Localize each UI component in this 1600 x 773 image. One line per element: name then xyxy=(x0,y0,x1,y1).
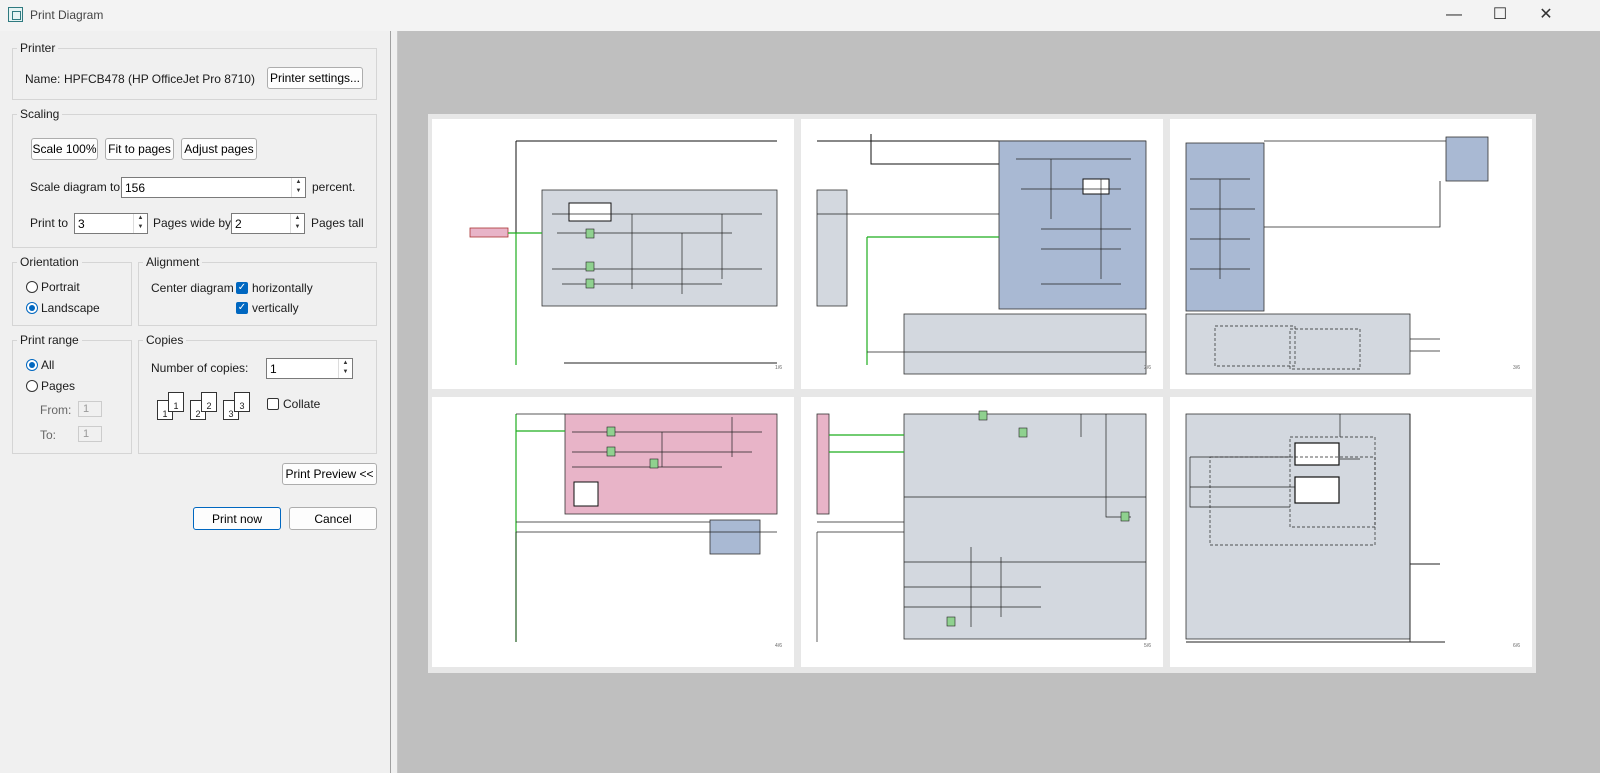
printer-name-label: Name: xyxy=(25,72,61,86)
pages-wide-input[interactable] xyxy=(78,216,136,231)
spin-down-icon[interactable]: ▼ xyxy=(292,187,305,196)
vertically-checkbox[interactable]: ✓ xyxy=(236,302,248,314)
scale-100-button[interactable]: Scale 100% xyxy=(31,138,98,160)
spin-up-icon[interactable]: ▲ xyxy=(291,214,304,223)
horizontally-checkbox[interactable]: ✓ xyxy=(236,282,248,294)
printer-name-value: HPFCB478 (HP OfficeJet Pro 8710) xyxy=(64,72,255,86)
to-page-field[interactable]: 1 xyxy=(78,426,102,442)
page-range-radio[interactable] xyxy=(26,380,38,392)
preview-page: 3/6 xyxy=(1170,119,1532,389)
pages-wide-label: Pages wide by xyxy=(153,216,232,230)
scale-spinner-arrows[interactable]: ▲ ▼ xyxy=(291,178,305,197)
diagram-page-4 xyxy=(515,413,778,642)
print-range-legend: Print range xyxy=(17,333,82,347)
spin-up-icon[interactable]: ▲ xyxy=(339,359,352,368)
page-number: 1/6 xyxy=(775,365,782,371)
diagram-page-3 xyxy=(1185,136,1489,375)
print-range-group xyxy=(12,340,132,454)
landscape-label[interactable]: Landscape xyxy=(41,301,100,315)
page-number: 6/6 xyxy=(1513,643,1520,649)
all-pages-radio[interactable] xyxy=(26,359,38,371)
pages-wide-arrows[interactable]: ▲ ▼ xyxy=(133,214,147,233)
preview-page: 2/6 xyxy=(801,119,1163,389)
printer-settings-button[interactable]: Printer settings... xyxy=(267,67,363,89)
collate-checkbox[interactable] xyxy=(267,398,279,410)
to-label: To: xyxy=(40,428,57,442)
print-now-button[interactable]: Print now xyxy=(193,507,281,530)
copies-arrows[interactable]: ▲ ▼ xyxy=(338,359,352,378)
preview-page: 1/6 xyxy=(432,119,794,389)
scale-percent-spinner[interactable]: ▲▼ xyxy=(121,177,306,198)
fit-to-pages-button[interactable]: Fit to pages xyxy=(105,138,174,160)
spin-down-icon[interactable]: ▼ xyxy=(339,368,352,377)
preview-page: 6/6 xyxy=(1170,397,1532,667)
landscape-radio[interactable] xyxy=(26,302,38,314)
title-bar: Print Diagram — ☐ ✕ xyxy=(0,0,1600,31)
diagram-page-5 xyxy=(816,410,1147,642)
copies-legend: Copies xyxy=(143,333,187,347)
close-button[interactable]: ✕ xyxy=(1523,0,1569,31)
cancel-button[interactable]: Cancel xyxy=(289,507,377,530)
copies-input[interactable] xyxy=(270,361,338,376)
orientation-group xyxy=(12,262,132,326)
pages-tall-spinner[interactable]: ▲▼ xyxy=(231,213,305,234)
center-diagram-label: Center diagram xyxy=(151,281,234,295)
orientation-legend: Orientation xyxy=(17,255,82,269)
collate-page-icon: 1 xyxy=(168,392,184,412)
from-label: From: xyxy=(40,403,72,417)
adjust-pages-button[interactable]: Adjust pages xyxy=(181,138,257,160)
pages-tall-label: Pages tall xyxy=(311,216,364,230)
copies-spinner[interactable]: ▲▼ xyxy=(266,358,353,379)
print-preview-button[interactable]: Print Preview << xyxy=(282,463,377,485)
app-icon xyxy=(8,7,23,22)
print-to-label: Print to xyxy=(30,216,69,230)
diagram-page-6 xyxy=(1185,413,1445,643)
scale-diagram-label: Scale diagram to xyxy=(30,180,121,194)
spin-down-icon[interactable]: ▼ xyxy=(291,223,304,232)
scaling-legend: Scaling xyxy=(17,107,63,121)
collate-page-icon: 3 xyxy=(234,392,250,412)
portrait-radio[interactable] xyxy=(26,281,38,293)
vertically-label[interactable]: vertically xyxy=(252,301,299,315)
page-range-label[interactable]: Pages xyxy=(41,379,75,393)
preview-page: 4/6 xyxy=(432,397,794,667)
from-page-field[interactable]: 1 xyxy=(78,401,102,417)
spin-down-icon[interactable]: ▼ xyxy=(134,223,147,232)
maximize-button[interactable]: ☐ xyxy=(1477,0,1523,31)
pages-tall-input[interactable] xyxy=(235,216,293,231)
splitter[interactable] xyxy=(390,31,398,773)
page-number: 3/6 xyxy=(1513,365,1520,371)
collate-page-icon: 2 xyxy=(201,392,217,412)
diagram-page-1 xyxy=(469,140,778,365)
spin-up-icon[interactable]: ▲ xyxy=(134,214,147,223)
window-title: Print Diagram xyxy=(30,8,104,22)
pages-wide-spinner[interactable]: ▲▼ xyxy=(74,213,148,234)
alignment-legend: Alignment xyxy=(143,255,203,269)
collate-label[interactable]: Collate xyxy=(283,397,320,411)
page-number: 4/6 xyxy=(775,643,782,649)
all-pages-label[interactable]: All xyxy=(41,358,54,372)
pages-tall-arrows[interactable]: ▲ ▼ xyxy=(290,214,304,233)
scale-percent-input[interactable] xyxy=(125,180,272,195)
number-of-copies-label: Number of copies: xyxy=(151,361,249,375)
preview-sheet: 1/6 2/6 3/6 4/6 5/6 6/6 xyxy=(428,114,1536,673)
print-options-panel: Printer Name: HPFCB478 (HP OfficeJet Pro… xyxy=(0,31,390,773)
spin-up-icon[interactable]: ▲ xyxy=(292,178,305,187)
portrait-label[interactable]: Portrait xyxy=(41,280,80,294)
preview-page: 5/6 xyxy=(801,397,1163,667)
printer-legend: Printer xyxy=(17,41,59,55)
minimize-button[interactable]: — xyxy=(1431,0,1477,31)
percent-label: percent. xyxy=(312,180,356,194)
page-number: 5/6 xyxy=(1144,643,1151,649)
diagram-page-2 xyxy=(816,134,1147,375)
horizontally-label[interactable]: horizontally xyxy=(252,281,313,295)
page-number: 2/6 xyxy=(1144,365,1151,371)
